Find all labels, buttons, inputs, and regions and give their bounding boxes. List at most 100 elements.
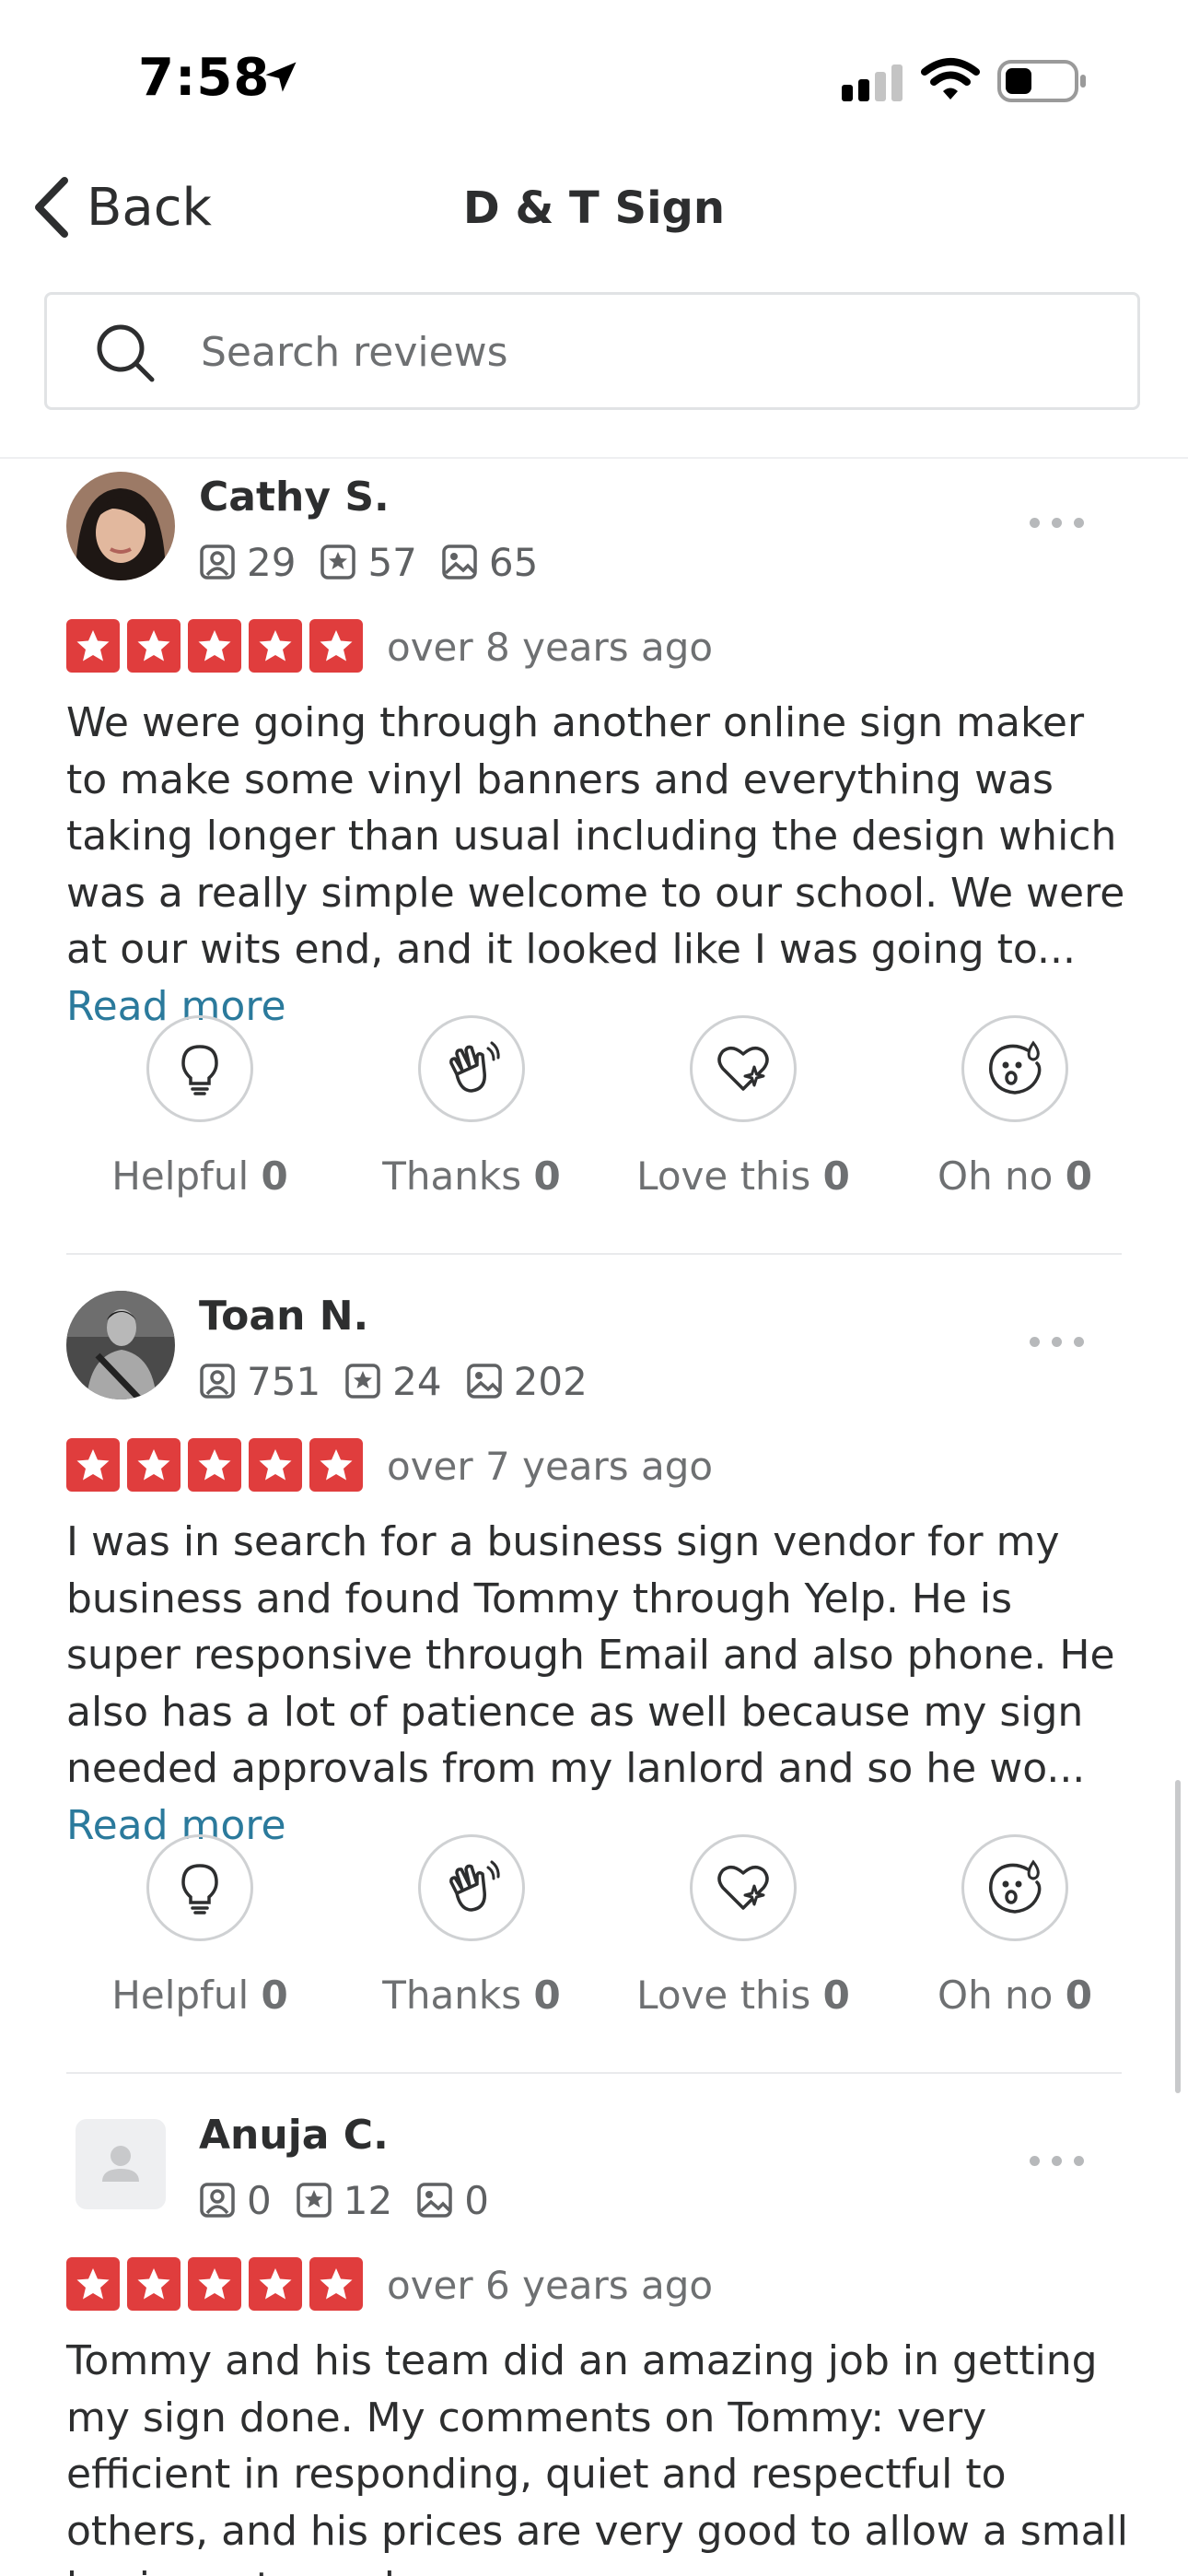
battery-icon <box>997 60 1086 102</box>
review-card: Cathy S. 29 57 65 over 8 years ago We we… <box>0 472 1188 1257</box>
reviews-value: 12 <box>343 2177 393 2223</box>
reviews-count: 12 <box>296 2178 392 2223</box>
status-bar: 7:58 <box>0 0 1188 157</box>
search-icon <box>97 324 155 382</box>
location-arrow-icon <box>265 62 297 92</box>
thanks-button[interactable]: Thanks 0 <box>338 1834 605 2018</box>
star-icon <box>188 1438 241 1492</box>
avatar[interactable] <box>66 1291 175 1399</box>
shocked-face-icon <box>989 1040 1042 1095</box>
oh-no-button[interactable]: Oh no 0 <box>881 1015 1148 1199</box>
review-date: over 6 years ago <box>387 2263 714 2308</box>
photos-count: 65 <box>441 540 538 585</box>
reviews-count: 24 <box>344 1358 442 1404</box>
reviews-value: 24 <box>392 1358 442 1404</box>
photos-value: 65 <box>488 539 539 585</box>
page-title: D & T Sign <box>462 182 726 234</box>
user-name[interactable]: Cathy S. <box>199 474 390 521</box>
thanks-label: Thanks <box>382 1153 522 1199</box>
photo-icon <box>466 1364 502 1399</box>
love-this-count: 0 <box>822 1153 850 1199</box>
star-rating <box>66 2257 370 2311</box>
thanks-count: 0 <box>533 1153 561 1199</box>
review-divider <box>66 2072 1122 2074</box>
more-options-button[interactable] <box>1030 2156 1096 2166</box>
reaction-bar: Helpful 0 Thanks 0 Love this 0 Oh no 0 <box>66 1834 1124 2018</box>
helpful-button[interactable]: Helpful 0 <box>66 1834 333 2018</box>
lightbulb-icon <box>181 1864 218 1914</box>
review-card: Toan N. 751 24 202 over 7 years ago I wa… <box>0 1291 1188 2076</box>
oh-no-button[interactable]: Oh no 0 <box>881 1834 1148 2018</box>
love-this-button[interactable]: Love this 0 <box>610 1834 877 2018</box>
review-date: over 8 years ago <box>387 625 714 670</box>
user-stats: 0 12 0 <box>199 2172 513 2228</box>
helpful-count: 0 <box>261 1973 288 2018</box>
scrollbar[interactable] <box>1175 1780 1181 2093</box>
star-icon <box>249 619 302 673</box>
wifi-icon <box>921 58 980 100</box>
photo-icon <box>417 2183 452 2218</box>
star-icon <box>188 619 241 673</box>
star-icon <box>66 2257 120 2311</box>
friends-count: 751 <box>199 1359 320 1404</box>
review-card: Anuja C. 0 12 0 over 6 years ago Tommy a… <box>0 2110 1188 2576</box>
friends-icon <box>200 544 235 580</box>
navigation-bar: Back D & T Sign <box>0 166 1188 249</box>
default-user-icon <box>102 2146 139 2182</box>
thanks-button[interactable]: Thanks 0 <box>338 1015 605 1199</box>
star-icon <box>66 1438 120 1492</box>
review-divider <box>66 1253 1122 1255</box>
more-options-button[interactable] <box>1030 518 1096 528</box>
reaction-bar: Helpful 0 Thanks 0 Love this 0 Oh no 0 <box>66 1015 1124 1199</box>
star-icon <box>127 2257 181 2311</box>
header-divider <box>0 457 1188 459</box>
review-date: over 7 years ago <box>387 1444 714 1489</box>
photo-icon <box>442 544 477 580</box>
search-box[interactable] <box>44 292 1140 410</box>
photos-count: 0 <box>416 2178 489 2223</box>
user-name[interactable]: Anuja C. <box>199 2112 389 2159</box>
oh-no-label: Oh no <box>938 1153 1054 1199</box>
star-icon <box>249 2257 302 2311</box>
star-icon <box>249 1438 302 1492</box>
star-icon <box>309 2257 363 2311</box>
oh-no-count: 0 <box>1065 1973 1092 2018</box>
friends-icon <box>200 2183 235 2218</box>
cellular-signal-icon <box>842 64 903 101</box>
reviews-count: 57 <box>320 540 417 585</box>
star-icon <box>309 619 363 673</box>
review-text: Tommy and his team did an amazing job in… <box>66 2333 1135 2576</box>
thanks-label: Thanks <box>382 1973 522 2018</box>
photos-value: 0 <box>464 2177 489 2223</box>
oh-no-count: 0 <box>1065 1153 1092 1199</box>
love-this-count: 0 <box>822 1973 850 2018</box>
avatar[interactable] <box>66 472 175 580</box>
lightbulb-icon <box>181 1045 218 1095</box>
review-body: I was in search for a business sign vend… <box>66 1518 1115 1792</box>
friends-count: 29 <box>199 540 296 585</box>
love-this-button[interactable]: Love this 0 <box>610 1015 877 1199</box>
waving-hand-icon <box>449 1041 500 1093</box>
more-options-button[interactable] <box>1030 1337 1096 1347</box>
search-input[interactable] <box>199 319 1087 385</box>
oh-no-label: Oh no <box>938 1973 1054 2018</box>
avatar-placeholder[interactable] <box>76 2119 166 2209</box>
user-name[interactable]: Toan N. <box>199 1293 368 1340</box>
user-stats: 29 57 65 <box>199 534 562 590</box>
shocked-face-icon <box>989 1859 1042 1914</box>
helpful-button[interactable]: Helpful 0 <box>66 1015 333 1199</box>
friends-count: 0 <box>199 2178 272 2223</box>
star-icon <box>66 619 120 673</box>
user-stats: 751 24 202 <box>199 1353 611 1409</box>
photos-value: 202 <box>513 1358 588 1404</box>
love-this-label: Love this <box>636 1973 811 2018</box>
friends-icon <box>200 1364 235 1399</box>
review-body: Tommy and his team did an amazing job in… <box>66 2337 1128 2576</box>
review-text: I was in search for a business sign vend… <box>66 1514 1135 1854</box>
star-rating <box>66 1438 370 1492</box>
review-body: We were going through another online sig… <box>66 699 1125 973</box>
star-icon <box>188 2257 241 2311</box>
star-icon <box>309 1438 363 1492</box>
heart-sparkle-icon <box>717 1865 769 1910</box>
photos-count: 202 <box>466 1359 588 1404</box>
